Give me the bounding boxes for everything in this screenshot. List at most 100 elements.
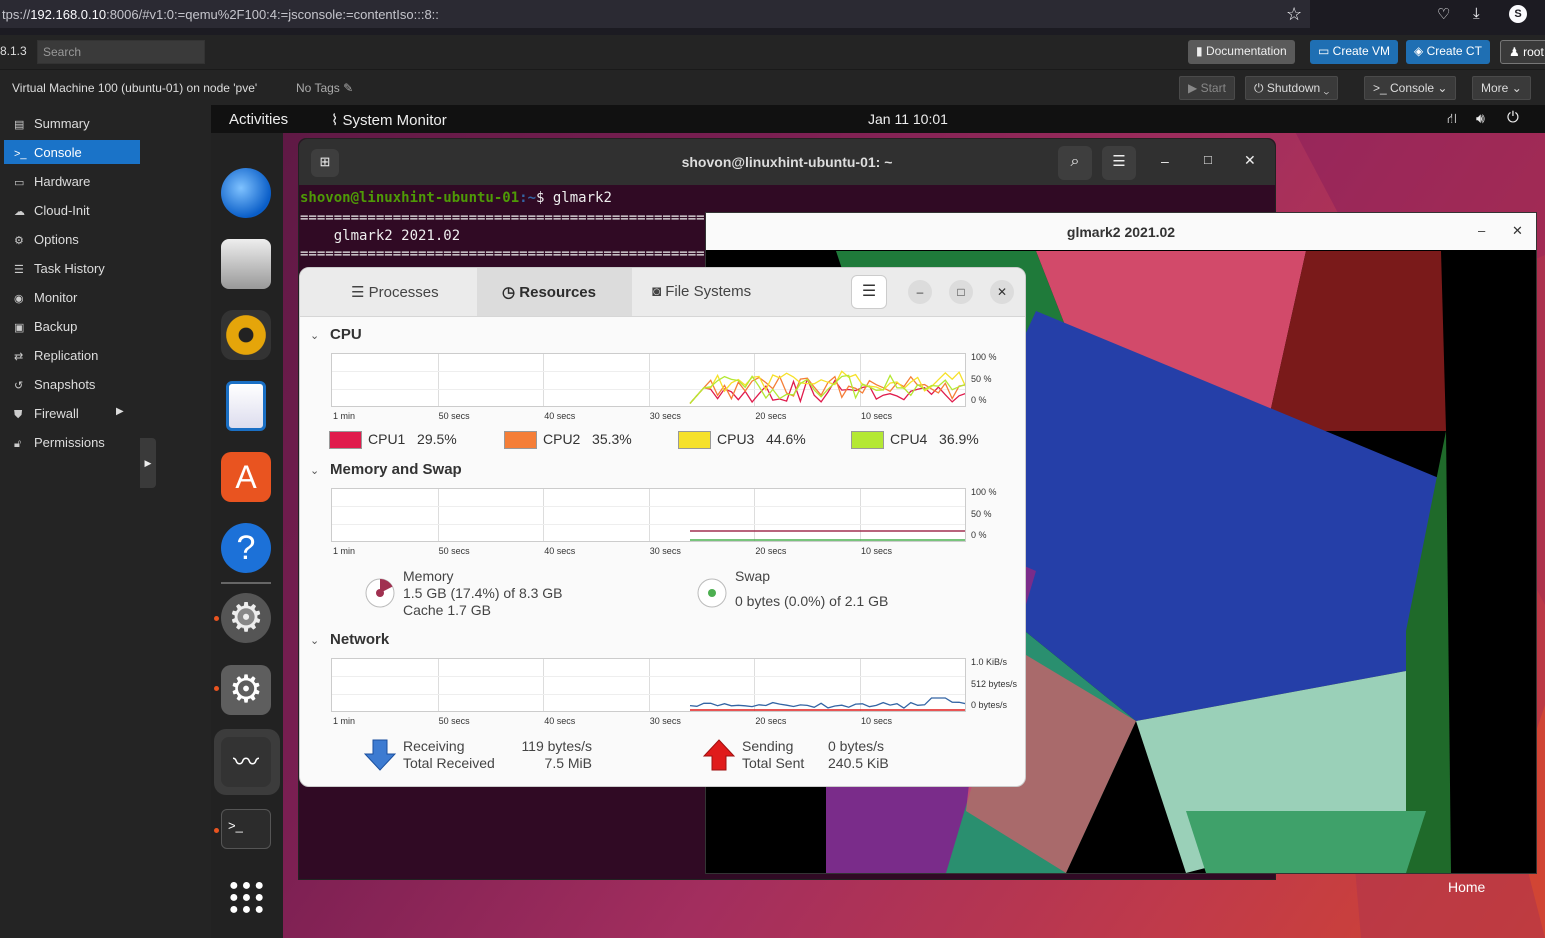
sidebar-item-snapshots[interactable]: ↺ Snapshots xyxy=(4,372,140,396)
memory-pie-icon[interactable] xyxy=(364,577,396,609)
terminal-icon: >_ xyxy=(14,148,27,160)
system-monitor-dock-icon[interactable]: 〰 xyxy=(221,737,271,787)
network-icon[interactable]: ⛙ xyxy=(1447,110,1457,129)
create-vm-button[interactable]: ▭ Create VM xyxy=(1310,40,1399,64)
sidebar-item-console[interactable]: >_ Console xyxy=(4,140,140,164)
minimize-button[interactable]: – xyxy=(908,280,932,304)
menu-icon[interactable]: ☰ xyxy=(1102,146,1136,180)
search-input[interactable]: Search xyxy=(37,40,205,64)
thunderbird-icon[interactable] xyxy=(221,168,271,218)
x-tick-label: 30 secs xyxy=(649,411,681,421)
swap-label: Swap xyxy=(735,568,771,584)
settings-gear-icon[interactable]: ⚙ xyxy=(221,593,271,643)
collapse-toggle[interactable]: ▶ xyxy=(140,438,156,488)
gnome-top-bar: Activities ⌇ System Monitor Jan 11 10:01… xyxy=(211,105,1545,133)
close-button[interactable]: ✕ xyxy=(990,280,1014,304)
maximize-icon[interactable]: □ xyxy=(1204,152,1212,167)
sidebar-item-summary[interactable]: ▤ Summary xyxy=(4,111,140,135)
app-center-icon[interactable]: A xyxy=(221,452,271,502)
swap-pie-icon[interactable] xyxy=(696,577,728,609)
create-ct-button[interactable]: ◈ Create CT xyxy=(1406,40,1490,64)
close-icon[interactable]: ✕ xyxy=(1512,223,1523,239)
upload-arrow-icon[interactable] xyxy=(703,738,735,772)
cube-icon: ◈ xyxy=(1414,44,1427,58)
url-field[interactable]: tps://192.168.0.10:8006/#v1:0:=qemu%2F10… xyxy=(0,0,1310,28)
sidebar-item-permissions[interactable]: 🔓︎ Permissions xyxy=(4,430,140,454)
show-apps-grid-icon[interactable]: ●●● ●●● ●●● xyxy=(229,878,265,918)
sidebar-item-monitor[interactable]: ◉ Monitor xyxy=(4,285,140,309)
system-monitor-window[interactable]: ☰ Processes ◷ Resources ◙ File Systems ☰… xyxy=(299,267,1026,787)
help-icon[interactable]: ? xyxy=(221,523,271,573)
memory-info: Memory 1.5 GB (17.4%) of 8.3 GB Cache 1.… xyxy=(403,568,563,619)
sidebar-item-cloud-init[interactable]: ☁ Cloud-Init xyxy=(4,198,140,222)
dock: A ? ⚙ ⚙ 〰 >_ ●●● ●●● ●●● xyxy=(211,133,283,938)
vm-console-screen[interactable]: Activities ⌇ System Monitor Jan 11 10:01… xyxy=(211,105,1545,938)
console-button[interactable]: >_ Console ⌄ xyxy=(1364,76,1457,100)
maximize-button[interactable]: □ xyxy=(949,280,973,304)
volume-icon[interactable]: 🔊︎ xyxy=(1476,110,1485,127)
tab-processes[interactable]: ☰ Processes xyxy=(300,268,477,316)
tab-file-systems[interactable]: ◙ File Systems xyxy=(632,268,832,316)
pocket-icon[interactable]: ♡ xyxy=(1437,5,1450,23)
download-icon[interactable]: ⤓ xyxy=(1473,5,1480,22)
url-text[interactable]: tps://192.168.0.10:8006/#v1:0:=qemu%2F10… xyxy=(2,7,439,22)
pencil-icon[interactable]: ✎ xyxy=(343,81,353,95)
sidebar-item-backup[interactable]: ▣ Backup xyxy=(4,314,140,338)
swap-info: Swap 0 bytes (0.0%) of 2.1 GB xyxy=(735,568,888,610)
unlock-icon: 🔓︎ xyxy=(14,438,22,450)
tags-edit[interactable]: No Tags ✎ xyxy=(296,81,353,95)
x-tick-label: 20 secs xyxy=(755,546,787,556)
download-arrow-icon[interactable] xyxy=(364,738,396,772)
caret-right-icon[interactable]: ▶ xyxy=(116,406,124,417)
sidebar-item-replication[interactable]: ⇄ Replication xyxy=(4,343,140,367)
power-icon[interactable]: ⏻ xyxy=(1507,109,1519,126)
rhythmbox-icon[interactable] xyxy=(221,310,271,360)
tab-resources[interactable]: ◷ Resources xyxy=(477,268,632,316)
minimize-icon[interactable]: – xyxy=(1161,153,1169,169)
cpu4-legend: CPU4 36.9% xyxy=(851,431,979,450)
x-tick-label: 10 secs xyxy=(861,546,893,556)
account-avatar[interactable]: S xyxy=(1509,5,1527,23)
user-menu-button[interactable]: ♟ root xyxy=(1500,40,1545,64)
more-button[interactable]: More ⌄ xyxy=(1472,76,1531,100)
color-swatch[interactable] xyxy=(329,431,362,450)
x-tick-label: 10 secs xyxy=(861,716,893,726)
chevron-down-icon[interactable]: ⌄ xyxy=(1437,81,1447,95)
total-sent-value: 240.5 KiB xyxy=(828,755,889,771)
terminal-output: glmark2 2021.02 xyxy=(300,228,461,244)
running-indicator xyxy=(214,828,219,833)
shutdown-button[interactable]: ⏻ Shutdown ⌄ xyxy=(1245,76,1339,100)
cpu-lines xyxy=(689,370,965,404)
start-button[interactable]: ▶ Start xyxy=(1179,76,1235,100)
sidebar-item-task-history[interactable]: ☰ Task History xyxy=(4,256,140,280)
history-icon: ↺ xyxy=(14,380,24,392)
desktop-icon: ▭ xyxy=(14,177,25,189)
search-icon[interactable]: ⌕ xyxy=(1058,146,1092,180)
sidebar-item-options[interactable]: ⚙ Options xyxy=(4,227,140,251)
close-icon[interactable]: ✕ xyxy=(1244,152,1256,169)
app-menu[interactable]: ⌇ System Monitor xyxy=(331,111,447,129)
x-tick-label: 40 secs xyxy=(544,411,576,421)
documentation-button[interactable]: ▮ Documentation xyxy=(1188,40,1295,64)
clock[interactable]: Jan 11 10:01 xyxy=(868,111,948,127)
libreoffice-writer-icon[interactable] xyxy=(226,381,266,431)
chevron-down-icon[interactable]: ⌄ xyxy=(1324,81,1330,95)
color-swatch[interactable] xyxy=(504,431,537,450)
sidebar-item-firewall[interactable]: ⛊ Firewall ▶ xyxy=(4,401,140,425)
hamburger-menu-button[interactable]: ☰ xyxy=(851,275,887,309)
home-desktop-icon-label[interactable]: Home xyxy=(1448,879,1485,895)
terminal-dock-icon[interactable]: >_ xyxy=(221,809,271,849)
files-icon[interactable] xyxy=(221,239,271,289)
activities-button[interactable]: Activities xyxy=(229,111,288,128)
settings-icon[interactable]: ⚙ xyxy=(221,665,271,715)
color-swatch[interactable] xyxy=(678,431,711,450)
minimize-icon[interactable]: – xyxy=(1478,223,1485,238)
system-monitor-icon: ⌇ xyxy=(331,112,343,129)
chevron-down-icon[interactable]: ⌄ xyxy=(310,464,319,477)
chevron-down-icon[interactable]: ⌄ xyxy=(310,634,319,647)
color-swatch[interactable] xyxy=(851,431,884,450)
sidebar-item-hardware[interactable]: ▭ Hardware xyxy=(4,169,140,193)
bookmark-star-icon[interactable]: ☆ xyxy=(1286,4,1302,25)
chevron-down-icon[interactable]: ⌄ xyxy=(310,329,319,342)
x-tick-label: 1 min xyxy=(333,716,356,726)
